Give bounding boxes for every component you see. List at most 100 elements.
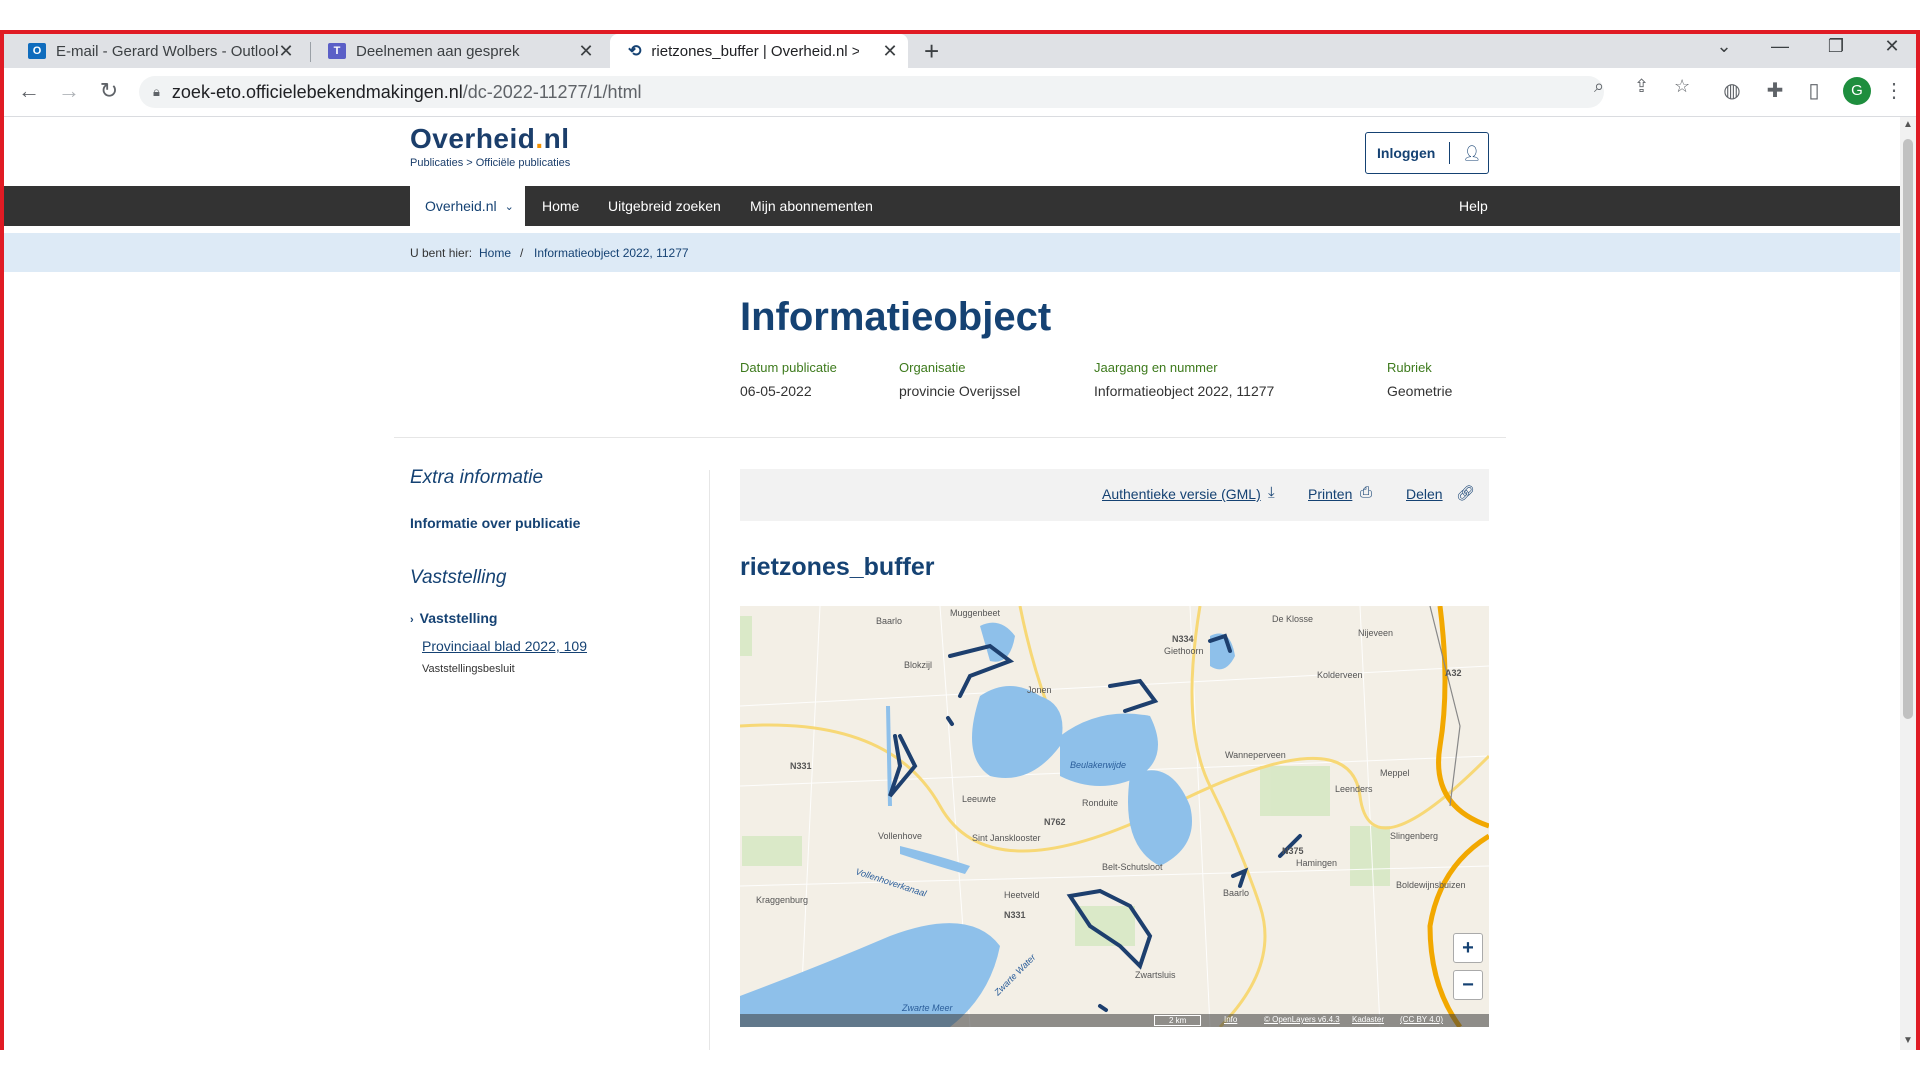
overheid-icon: ⟲ (628, 43, 642, 60)
tab-title: rietzones_buffer | Overheid.nl > Officië… (651, 42, 860, 60)
nav-overheid-dropdown[interactable]: Overheid.nl ⌄ (410, 186, 525, 226)
link-icon[interactable]: 🔗︎ (1456, 484, 1475, 502)
column-divider (709, 470, 710, 1050)
object-title: rietzones_buffer (740, 553, 935, 581)
user-icon: 👤︎ (1462, 145, 1482, 162)
map-viewer[interactable]: Muggenbeet Baarlo Blokzijl Jonen N334 Gi… (740, 606, 1489, 1027)
side-panel-icon[interactable]: ▯ (1800, 78, 1828, 103)
tab-outlook[interactable]: O E-mail - Gerard Wolbers - Outlook ✕ (22, 34, 304, 68)
map-label: N331 (1004, 910, 1026, 920)
map-label: A32 (1445, 668, 1462, 678)
map-label: Leenders (1335, 784, 1373, 794)
tab-separator (310, 42, 311, 62)
download-icon[interactable]: ⤓ (1268, 484, 1275, 501)
close-tab-icon[interactable]: ✕ (576, 41, 596, 61)
map-label: Ronduite (1082, 798, 1118, 808)
meta-rubriek: Rubriek Geometrie (1387, 360, 1452, 399)
vaststelling-label: Vaststelling (419, 610, 498, 626)
zoom-out-button[interactable]: − (1453, 970, 1483, 1000)
menu-kebab-icon[interactable]: ⋮ (1880, 78, 1908, 103)
attribution-info-link[interactable]: Info (1224, 1015, 1237, 1024)
map-label: N762 (1044, 817, 1066, 827)
zoom-icon[interactable]: ⌕ (1594, 76, 1604, 97)
map-label: N334 (1172, 634, 1194, 644)
extension-globe-icon[interactable]: ◍ (1718, 78, 1746, 103)
close-tab-icon[interactable]: ✕ (880, 41, 900, 61)
map-label: Beulakerwijde (1070, 760, 1126, 770)
breadcrumb-separator: / (520, 246, 524, 260)
nav-uitgebreid-zoeken[interactable]: Uitgebreid zoeken (608, 186, 721, 226)
map-label: Zwarte Meer (901, 1003, 954, 1013)
overheid-logo[interactable]: Overheid.nl Publicaties > Officiële publ… (410, 123, 570, 169)
meta-value: 06-05-2022 (740, 383, 812, 399)
extensions-puzzle-icon[interactable]: ✚ (1761, 78, 1789, 103)
profile-avatar[interactable]: G (1843, 77, 1871, 105)
minimize-icon[interactable]: — (1760, 36, 1800, 57)
attribution-kadaster-link[interactable]: Kadaster (1352, 1015, 1384, 1024)
meta-value: provincie Overijssel (899, 383, 1021, 399)
page-title: Informatieobject (740, 295, 1052, 339)
vaststelling-item: › Vaststelling (410, 610, 497, 626)
scroll-up-icon[interactable]: ▲ (1903, 119, 1913, 130)
tab-rietzones[interactable]: ⟲ rietzones_buffer | Overheid.nl > Offic… (610, 34, 908, 68)
info-over-publicatie-link[interactable]: Informatie over publicatie (410, 515, 580, 531)
map-label: De Klosse (1272, 614, 1313, 624)
map-label: Baarlo (1223, 888, 1249, 898)
scroll-down-icon[interactable]: ▼ (1903, 1035, 1913, 1046)
map-label: Wanneperveen (1225, 750, 1286, 760)
scrollbar-thumb[interactable] (1903, 139, 1913, 719)
map-label: Kraggenburg (756, 895, 808, 905)
tab-title: Deelnemen aan gesprek (356, 42, 520, 60)
map-attribution: 2 km Info © OpenLayers v6.4.3 Kadaster (… (740, 1014, 1489, 1027)
zoom-in-button[interactable]: + (1453, 933, 1483, 963)
provinciaal-blad-link[interactable]: Provinciaal blad 2022, 109 (422, 638, 587, 654)
breadcrumb-home[interactable]: Home (479, 246, 511, 260)
nav-home[interactable]: Home (542, 186, 579, 226)
meta-key: Organisatie (899, 360, 966, 375)
outlook-icon: O (28, 43, 46, 59)
map-label: Meppel (1380, 768, 1410, 778)
map-label: Jonen (1027, 685, 1052, 695)
login-divider (1449, 142, 1451, 164)
share-link[interactable]: Delen (1406, 486, 1443, 502)
attribution-openlayers-link[interactable]: © OpenLayers v6.4.3 (1264, 1015, 1340, 1024)
restore-icon[interactable]: ❐ (1816, 36, 1856, 57)
breadcrumb: U bent hier: Home / Informatieobject 202… (4, 233, 1900, 272)
tab-teams[interactable]: T Deelnemen aan gesprek ✕ (322, 34, 604, 68)
page-scrollbar[interactable]: ▲ ▼ (1900, 117, 1916, 1050)
close-window-icon[interactable]: ✕ (1872, 36, 1912, 57)
map-label: Zwartsluis (1135, 970, 1176, 980)
tab-search-chevron-icon[interactable]: ⌄ (1704, 36, 1744, 57)
login-label: Inloggen (1377, 145, 1436, 161)
chevron-down-icon: ⌄ (504, 200, 514, 213)
share-icon[interactable]: ⇪ (1634, 76, 1649, 97)
meta-jaargang: Jaargang en nummer Informatieobject 2022… (1094, 360, 1274, 399)
attribution-cc-link[interactable]: (CC BY 4.0) (1400, 1015, 1443, 1024)
map-canvas[interactable]: Muggenbeet Baarlo Blokzijl Jonen N334 Gi… (740, 606, 1489, 1027)
map-label: Muggenbeet (950, 608, 1001, 618)
divider (394, 437, 1506, 438)
breadcrumb-prefix: U bent hier: (410, 246, 473, 260)
gml-download-link[interactable]: Authentieke versie (GML) (1102, 486, 1261, 502)
extra-info-heading: Extra informatie (410, 467, 544, 488)
printer-icon[interactable]: ⎙ (1360, 484, 1372, 501)
actions-bar: Authentieke versie (GML) ⤓ Printen ⎙ Del… (740, 469, 1489, 521)
web-page: Overheid.nl Publicaties > Officiële publ… (4, 117, 1900, 1050)
nav-mijn-abonnementen[interactable]: Mijn abonnementen (750, 186, 873, 226)
map-label: Hamingen (1296, 858, 1337, 868)
login-button[interactable]: Inloggen 👤︎ (1365, 132, 1489, 174)
address-bar[interactable]: 🔒︎ zoek-eto.officielebekendmakingen.nl/d… (139, 76, 1604, 108)
logo-wordmark: Overheid.nl (410, 123, 570, 154)
back-arrow-icon[interactable]: ← (14, 78, 44, 104)
reload-icon[interactable]: ↻ (94, 78, 124, 104)
main-navigation: Overheid.nl ⌄ Home Uitgebreid zoeken Mijn… (4, 186, 1900, 226)
new-tab-icon[interactable]: + (924, 36, 939, 67)
forward-arrow-icon[interactable]: → (54, 78, 84, 104)
nav-help[interactable]: Help (1459, 186, 1488, 226)
nav-active-label: Overheid.nl (425, 198, 497, 214)
vaststellingsbesluit-label: Vaststellingsbesluit (422, 663, 515, 675)
bookmark-star-icon[interactable]: ☆ (1674, 76, 1690, 97)
close-tab-icon[interactable]: ✕ (276, 41, 296, 61)
print-link[interactable]: Printen (1308, 486, 1352, 502)
map-label: Slingenberg (1390, 831, 1438, 841)
